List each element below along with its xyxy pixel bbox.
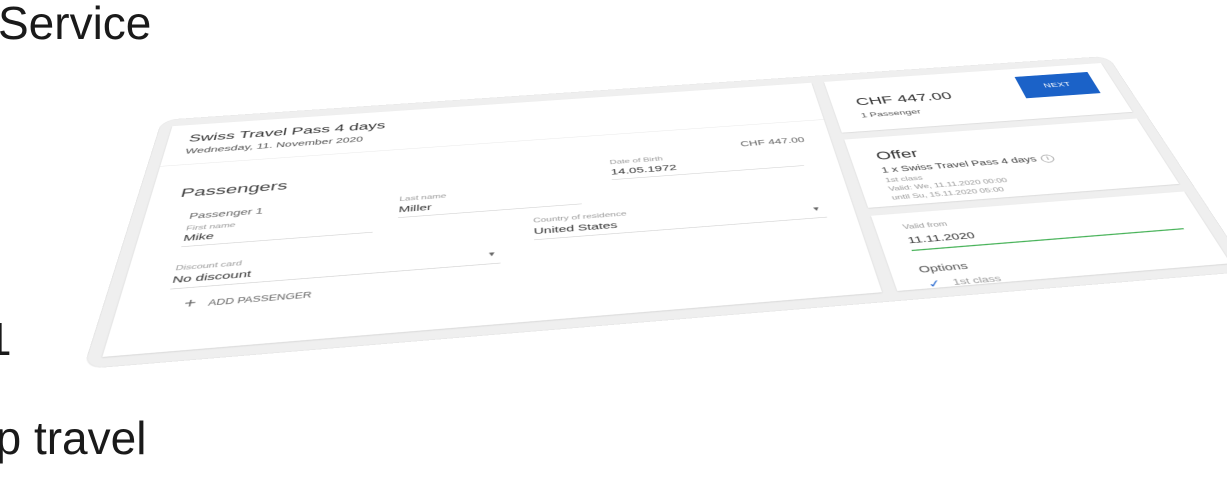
- info-icon[interactable]: i: [1039, 154, 1056, 163]
- offer-title: Offer: [874, 147, 920, 163]
- mockup-stage: Swiss Travel Pass 4 days Wednesday, 11. …: [0, 0, 1227, 489]
- last-name-label: Last name: [399, 193, 446, 203]
- first-class-option[interactable]: 1st class: [951, 273, 1003, 286]
- booking-mockup: Swiss Travel Pass 4 days Wednesday, 11. …: [84, 56, 1227, 368]
- offer-class: 1st class: [884, 175, 924, 184]
- passenger-label: Passenger 1: [188, 206, 264, 221]
- chevron-down-icon[interactable]: ▼: [487, 251, 497, 258]
- offer-card: Offer 1 x Swiss Travel Pass 4 days i 1st …: [844, 118, 1179, 207]
- first-name-field[interactable]: Mike: [182, 231, 215, 243]
- passengers-price: CHF 447.00: [739, 135, 805, 148]
- total-price: CHF 447.00: [854, 90, 954, 108]
- add-passenger-button[interactable]: ADD PASSENGER: [207, 290, 312, 307]
- valid-from-label: Valid from: [902, 220, 949, 230]
- options-heading: Options: [917, 261, 970, 276]
- last-name-field[interactable]: Miller: [398, 203, 432, 215]
- next-button[interactable]: NEXT: [1015, 72, 1101, 98]
- check-icon[interactable]: ✓: [926, 277, 944, 291]
- valid-from-field[interactable]: 11.11.2020: [906, 230, 977, 245]
- plus-icon[interactable]: +: [182, 296, 198, 312]
- chevron-down-icon[interactable]: ▼: [811, 206, 822, 213]
- options-card: Valid from 11.11.2020 Options ✓ 1st clas…: [871, 191, 1227, 291]
- trip-header: Swiss Travel Pass 4 days Wednesday, 11. …: [160, 83, 824, 167]
- passenger-panel: Swiss Travel Pass 4 days Wednesday, 11. …: [102, 83, 882, 357]
- passenger-count: 1 Passenger: [860, 108, 922, 119]
- passengers-heading: Passengers: [179, 179, 289, 201]
